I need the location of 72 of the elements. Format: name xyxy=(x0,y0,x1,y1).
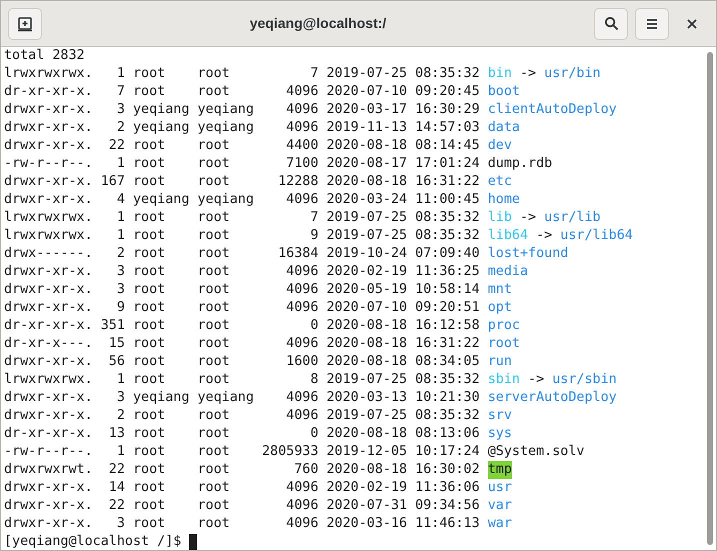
file-name: bin xyxy=(488,65,512,83)
file-name: @System.solv xyxy=(488,443,584,461)
file-info: dr-xr-xr-x. 13 root root 0 2020-08-18 08:13:06 xyxy=(4,425,480,443)
file-name: tmp xyxy=(488,461,512,479)
search-icon xyxy=(604,16,618,31)
file-info: drwxr-xr-x. 2 yeqiang yeqiang 4096 2019-11-13 14:57:03 xyxy=(4,119,480,137)
file-name: usr xyxy=(488,479,512,497)
file-name: lost+found xyxy=(488,245,568,263)
file-info: drwxr-xr-x. 56 root root 1600 2020-08-18 08:34:05 xyxy=(4,353,480,371)
scrollbar[interactable] xyxy=(707,52,713,545)
file-info: -rw-r--r--. 1 root root 7100 2020-08-17 17:01:24 xyxy=(4,155,480,173)
file-name: srv xyxy=(488,407,512,425)
file-info: drwxr-xr-x. 9 root root 4096 2020-07-10 09:20:51 xyxy=(4,299,480,317)
file-name: lib64 xyxy=(488,227,528,245)
file-name: war xyxy=(488,515,512,533)
file-info: dr-xr-xr-x. 7 root root 4096 2020-07-10 09:20:45 xyxy=(4,83,480,101)
file-info: drwxr-xr-x. 167 root root 12288 2020-08-18 16:31:22 xyxy=(4,173,480,191)
file-name: dump.rdb xyxy=(488,155,552,173)
file-name: sys xyxy=(488,425,512,443)
search-button[interactable] xyxy=(594,8,628,40)
file-name: dev xyxy=(488,137,512,155)
file-info: dr-xr-xr-x. 351 root root 0 2020-08-18 16:12:58 xyxy=(4,317,480,335)
menu-button[interactable] xyxy=(635,8,669,40)
link-arrow: -> xyxy=(528,371,544,389)
file-name: proc xyxy=(488,317,520,335)
file-info: dr-xr-x---. 15 root root 4096 2020-08-18 16:31:22 xyxy=(4,335,480,353)
file-info: -rw-r--r--. 1 root root 2805933 2019-12-05 10:17:24 xyxy=(4,443,480,461)
file-name: boot xyxy=(488,83,520,101)
file-name: root xyxy=(488,335,520,353)
file-name: etc xyxy=(488,173,512,191)
close-icon xyxy=(687,18,697,28)
file-info: drwxr-xr-x. 14 root root 4096 2020-02-19 11:36:06 xyxy=(4,479,480,497)
link-target: usr/bin xyxy=(544,65,601,83)
file-info: drwxr-xr-x. 3 root root 4096 2020-05-19 10:58:14 xyxy=(4,281,480,299)
menu-icon xyxy=(646,18,658,30)
file-info: drwxr-xr-x. 4 yeqiang yeqiang 4096 2020-03-24 11:00:45 xyxy=(4,191,480,209)
file-info: lrwxrwxrwx. 1 root root 7 2019-07-25 08:35:32 xyxy=(4,209,480,227)
file-name: run xyxy=(488,353,512,371)
file-info: lrwxrwxrwx. 1 root root 9 2019-07-25 08:35:32 xyxy=(4,227,480,245)
file-info: drwxr-xr-x. 3 yeqiang yeqiang 4096 2020-03-13 10:21:30 xyxy=(4,389,480,407)
shell-prompt: [yeqiang@localhost /]$ xyxy=(4,533,182,550)
link-target: usr/lib64 xyxy=(560,227,633,245)
file-name: opt xyxy=(488,299,512,317)
file-info: lrwxrwxrwx. 1 root root 7 2019-07-25 08:35:32 xyxy=(4,65,480,83)
file-name: mnt xyxy=(488,281,512,299)
file-name: data xyxy=(488,119,520,137)
link-arrow: -> xyxy=(520,209,536,227)
file-info: drwx------. 2 root root 16384 2019-10-24 07:09:40 xyxy=(4,245,480,263)
text-cursor xyxy=(189,534,198,550)
file-info: drwxr-xr-x. 2 root root 4096 2019-07-25 08:35:32 xyxy=(4,407,480,425)
link-arrow: -> xyxy=(520,65,536,83)
file-info: drwxr-xr-x. 3 yeqiang yeqiang 4096 2020-03-17 16:30:29 xyxy=(4,101,480,119)
file-info: drwxr-xr-x. 22 root root 4400 2020-08-18 08:14:45 xyxy=(4,137,480,155)
file-info: drwxr-xr-x. 22 root root 4096 2020-07-31 09:34:56 xyxy=(4,497,480,515)
file-name: home xyxy=(488,191,520,209)
file-info: drwxrwxrwt. 22 root root 760 2020-08-18 16:30:02 xyxy=(4,461,480,479)
new-tab-icon xyxy=(17,16,33,32)
link-target: usr/lib xyxy=(544,209,601,227)
file-info: lrwxrwxrwx. 1 root root 8 2019-07-25 08:35:32 xyxy=(4,371,480,389)
file-name: sbin xyxy=(488,371,520,389)
file-name: lib xyxy=(488,209,512,227)
window-title: yeqiang@localhost:/ xyxy=(250,14,386,33)
file-name: var xyxy=(488,497,512,515)
new-tab-button[interactable] xyxy=(8,8,42,40)
file-name: media xyxy=(488,263,528,281)
link-target: usr/sbin xyxy=(552,371,617,389)
link-arrow: -> xyxy=(536,227,552,245)
file-info: drwxr-xr-x. 3 root root 4096 2020-02-19 11:36:25 xyxy=(4,263,480,281)
file-name: clientAutoDeploy xyxy=(488,101,617,119)
terminal-text: total 2832 xyxy=(4,48,85,63)
file-name: serverAutoDeploy xyxy=(488,389,617,407)
file-info: drwxr-xr-x. 3 root root 4096 2020-03-16 11:46:13 xyxy=(4,515,480,533)
